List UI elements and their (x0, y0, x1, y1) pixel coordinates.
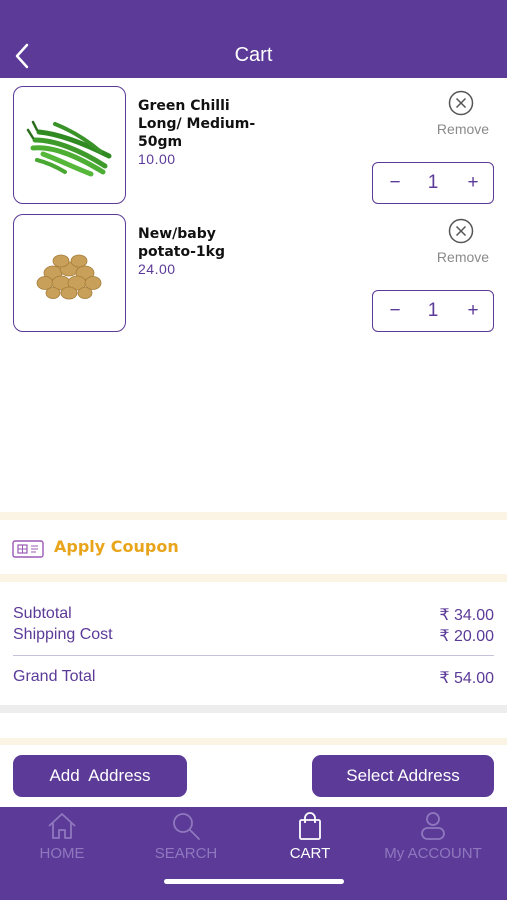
decrease-quantity-button[interactable]: − (381, 163, 409, 202)
product-price: 10.00 (138, 151, 176, 167)
increase-quantity-button[interactable]: + (459, 163, 487, 202)
decrease-quantity-button[interactable]: − (381, 291, 409, 330)
product-image-green-chilli[interactable] (13, 86, 126, 204)
cart-icon (299, 812, 321, 840)
quantity-stepper: − 1 + (372, 162, 494, 204)
tab-my-account[interactable]: My ACCOUNT (370, 807, 496, 877)
remove-button[interactable]: Remove (420, 249, 506, 265)
quantity-value: 1 (427, 172, 439, 193)
quantity-value: 1 (427, 300, 439, 321)
home-icon (48, 813, 76, 839)
grand-total-value: ₹ 54.00 (439, 670, 494, 687)
coupon-icon (12, 540, 44, 558)
section-divider (0, 512, 507, 520)
shipping-label: Shipping Cost (13, 626, 113, 643)
tab-cart[interactable]: CART (248, 807, 372, 877)
apply-coupon-row[interactable]: Apply Coupon (0, 520, 507, 574)
tab-label: SEARCH (154, 845, 218, 862)
select-address-button[interactable]: Select Address (312, 755, 494, 797)
product-price: 24.00 (138, 261, 176, 277)
add-address-button[interactable]: Add Address (13, 755, 187, 797)
account-icon (421, 812, 445, 840)
grand-total-label: Grand Total (13, 668, 96, 685)
product-image-baby-potato[interactable] (13, 214, 126, 332)
tab-home[interactable]: HOME (0, 807, 124, 877)
bottom-tab-bar: HOME SEARCH CART My ACCOUNT (0, 807, 507, 900)
tab-label: HOME (39, 845, 85, 862)
home-indicator[interactable] (164, 879, 344, 884)
search-icon (173, 813, 200, 840)
summary-divider (13, 655, 494, 656)
shipping-value: ₹ 20.00 (439, 628, 494, 645)
subtotal-value: ₹ 34.00 (439, 607, 494, 624)
product-name: Green Chilli Long/ Medium-50gm (138, 98, 256, 150)
quantity-stepper: − 1 + (372, 290, 494, 332)
apply-coupon-label[interactable]: Apply Coupon (54, 537, 179, 556)
section-divider (0, 574, 507, 582)
close-circle-icon[interactable] (446, 90, 476, 116)
tab-label: CART (289, 845, 331, 862)
remove-button[interactable]: Remove (420, 121, 506, 137)
close-circle-icon[interactable] (446, 218, 476, 244)
subtotal-label: Subtotal (13, 605, 72, 622)
increase-quantity-button[interactable]: + (459, 291, 487, 330)
page-title: Cart (234, 44, 273, 66)
tab-label: My ACCOUNT (384, 845, 482, 862)
product-name: New/baby potato-1kg (138, 226, 225, 260)
cart-item: Green Chilli Long/ Medium-50gm 10.00 Rem… (0, 86, 507, 206)
cart-item: New/baby potato-1kg 24.00 Remove − 1 + (0, 214, 507, 334)
section-divider (0, 738, 507, 745)
section-divider (0, 705, 507, 713)
tab-search[interactable]: SEARCH (124, 807, 248, 877)
header: Cart (0, 0, 507, 78)
